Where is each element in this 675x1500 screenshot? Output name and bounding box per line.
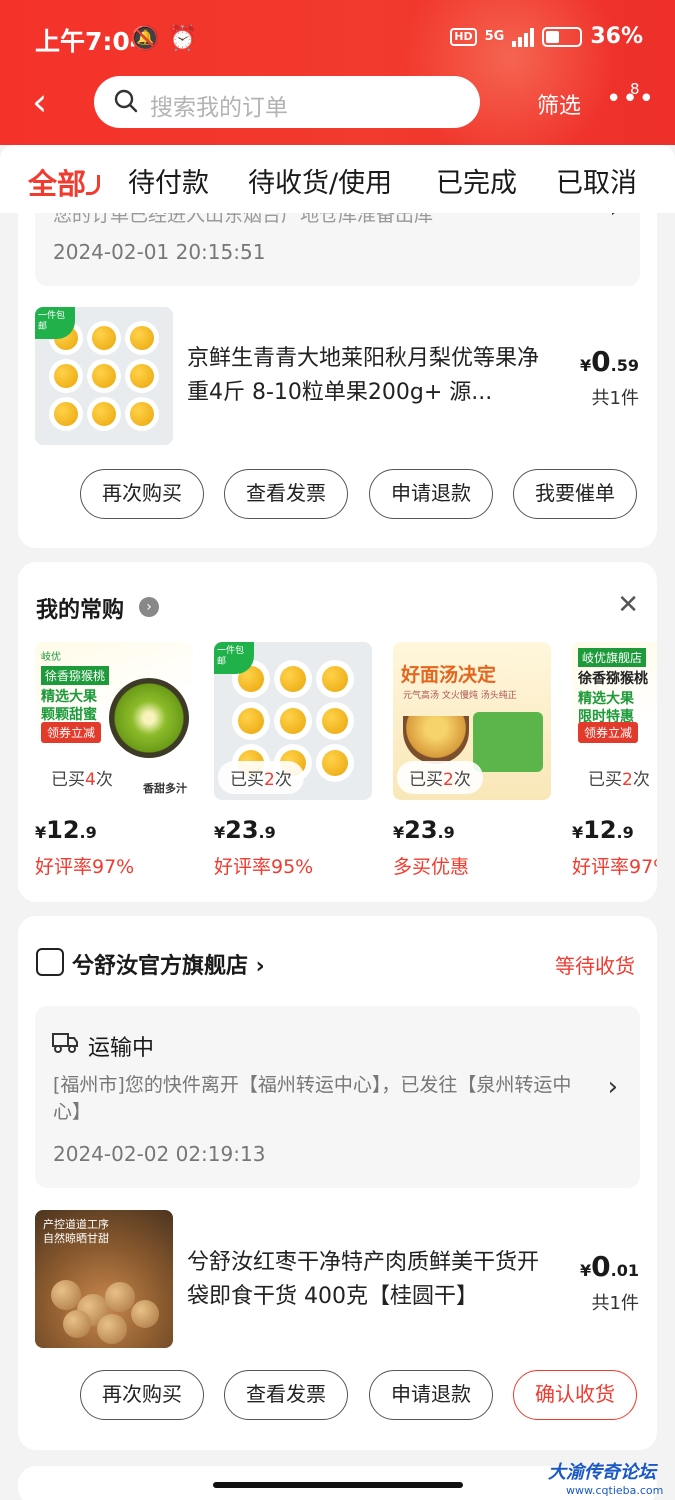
item-tag: 好评率97%	[572, 856, 657, 878]
tab-cancelled[interactable]: 已取消	[556, 161, 637, 200]
signal-icon	[512, 27, 535, 47]
product-image: 好面汤决定 元气高汤 文火慢炖 汤头纯正 已买2次	[393, 642, 551, 800]
notification-badge: 8	[630, 80, 640, 98]
product-title[interactable]: 京鲜生青青大地莱阳秋月梨优等果净重4斤 8-10粒单果200g+ 源...	[187, 342, 557, 410]
store-icon	[36, 948, 64, 976]
item-price: ¥12.9	[35, 816, 97, 844]
info-icon[interactable]: ›	[139, 597, 159, 617]
product-price: ¥0.59 共1件	[580, 345, 639, 409]
tab-completed[interactable]: 已完成	[436, 161, 517, 200]
confirm-receipt-button[interactable]: 确认收货	[513, 1370, 637, 1420]
header: 上午7:04 🔕 ⏰ HD 5G 36% ‹ 搜索我的订单 筛选 ••• 8	[0, 0, 675, 145]
view-invoice-button[interactable]: 查看发票	[224, 469, 348, 519]
order-tabs: 全部 待付款 待收货/使用 已完成 已取消	[0, 145, 675, 213]
kiwi-fruit	[109, 678, 189, 758]
bought-count: 已买2次	[218, 761, 304, 794]
refund-button[interactable]: 申请退款	[369, 469, 493, 519]
frequent-item[interactable]: 一件包邮 已买2次 ¥23.9 好评率95%	[214, 642, 372, 879]
item-price: ¥23.9	[393, 816, 455, 844]
filter-button[interactable]: 筛选	[537, 88, 581, 120]
battery-icon	[542, 26, 583, 47]
tab-all[interactable]: 全部	[28, 161, 86, 203]
search-placeholder: 搜索我的订单	[150, 95, 288, 121]
logistics-box[interactable]: 运输中 [福州市]您的快件离开【福州转运中心】，已发往【泉州转运中心】 › 20…	[35, 1006, 640, 1188]
logistics-time: 2024-02-02 02:19:13	[53, 1142, 266, 1166]
item-price: ¥12.9	[572, 816, 634, 844]
home-indicator[interactable]	[213, 1482, 463, 1488]
battery-level: 36%	[590, 24, 643, 49]
active-tab-indicator	[86, 175, 100, 195]
noodle-bowl	[403, 716, 469, 764]
product-image: 岐优旗舰店 徐香猕猴桃 精选大果 限时特惠 领券立减 已买2次	[572, 642, 657, 800]
back-chevron-icon[interactable]: ‹	[32, 83, 62, 124]
search-input[interactable]: 搜索我的订单	[94, 76, 480, 128]
product-image: 岐优 徐香猕猴桃 精选大果 颗颗甜蜜 领券立减 香甜多汁 已买4次	[35, 642, 193, 800]
section-title: 我的常购	[36, 598, 125, 623]
hd-icon: HD	[450, 27, 477, 46]
status-bar: 上午7:04 🔕 ⏰ HD 5G 36%	[0, 0, 675, 78]
item-tag: 好评率95%	[214, 856, 314, 878]
item-tag: 多买优惠	[393, 856, 470, 878]
truck-icon	[52, 1033, 78, 1053]
item-tag: 好评率97%	[35, 856, 135, 878]
frequent-item[interactable]: 岐优 徐香猕猴桃 精选大果 颗颗甜蜜 领券立减 香甜多汁 已买4次 ¥12.9 …	[35, 642, 193, 879]
logistics-text: [福州市]您的快件离开【福州转运中心】，已发往【泉州转运中心】	[53, 1074, 572, 1123]
quantity: 共1件	[591, 1293, 639, 1314]
tab-pending-receipt[interactable]: 待收货/使用	[248, 161, 392, 200]
status-right: HD 5G 36%	[450, 24, 643, 49]
logistics-time: 2024-02-01 20:15:51	[53, 240, 266, 264]
product-image: 一件包邮 已买2次	[214, 642, 372, 800]
product-image[interactable]: 产控道道工序 自然晾晒甘甜	[35, 1210, 173, 1348]
order-card[interactable]: 兮舒汝官方旗舰店 › 等待收货 运输中 [福州市]您的快件离开【福州转运中心】，…	[18, 916, 657, 1450]
free-shipping-tag: 一件包邮	[35, 307, 75, 339]
urge-delivery-button[interactable]: 我要催单	[513, 469, 637, 519]
frequent-item[interactable]: 岐优旗舰店 徐香猕猴桃 精选大果 限时特惠 领券立减 已买2次 ¥12.9 好评…	[572, 642, 657, 879]
bought-count: 已买2次	[397, 761, 483, 794]
store-name[interactable]: 兮舒汝官方旗舰店 ›	[72, 948, 265, 980]
product-title[interactable]: 兮舒汝红枣干净特产肉质鲜美干货开袋即食干货 400克【桂圆干】	[187, 1246, 557, 1314]
product-price: ¥0.01 共1件	[580, 1250, 639, 1314]
buy-again-button[interactable]: 再次购买	[80, 469, 204, 519]
view-invoice-button[interactable]: 查看发票	[224, 1370, 348, 1420]
mute-alarm-icons: 🔕 ⏰	[130, 24, 198, 52]
order-status: 等待收货	[555, 954, 635, 978]
network-label: 5G	[484, 29, 505, 44]
chevron-right-icon: ›	[607, 1072, 618, 1102]
item-price: ¥23.9	[214, 816, 276, 844]
buy-again-button[interactable]: 再次购买	[80, 1370, 204, 1420]
product-image[interactable]: 一件包邮	[35, 307, 173, 445]
logistics-title: 运输中	[88, 1036, 155, 1061]
close-icon[interactable]: ✕	[617, 590, 639, 620]
frequent-purchases-card: 我的常购 › ✕ 岐优 徐香猕猴桃 精选大果 颗颗甜蜜 领券立减 香甜多汁 已买…	[18, 562, 657, 902]
search-icon	[114, 89, 138, 113]
order-card[interactable]: 您的订单已经进入山东烟台广地仓库准备出库 › 2024-02-01 20:15:…	[18, 190, 657, 548]
refund-button[interactable]: 申请退款	[369, 1370, 493, 1420]
bought-count: 已买4次	[39, 761, 125, 794]
tab-pending-payment[interactable]: 待付款	[128, 161, 209, 200]
frequent-item[interactable]: 好面汤决定 元气高汤 文火慢炖 汤头纯正 已买2次 ¥23.9 多买优惠	[393, 642, 551, 879]
bought-count: 已买2次	[576, 761, 657, 794]
quantity: 共1件	[591, 388, 639, 409]
watermark: 大渝传奇论坛 www.cqtieba.com	[548, 1462, 664, 1497]
noodle-package	[473, 712, 543, 772]
